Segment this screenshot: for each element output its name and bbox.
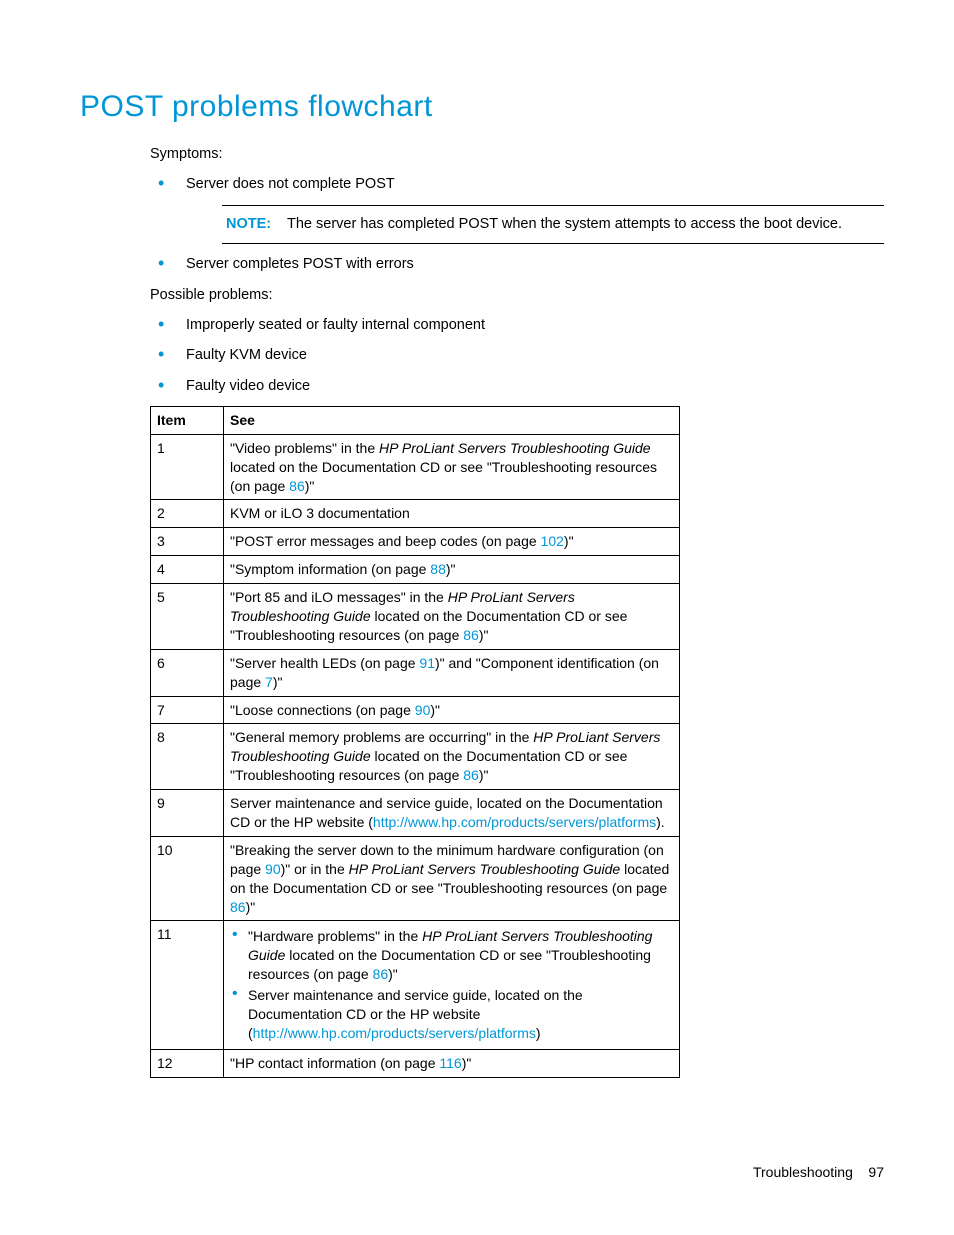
table-row: 8 "General memory problems are occurring… [151,724,680,790]
item-number: 4 [151,556,224,584]
table-row: 10 "Breaking the server down to the mini… [151,836,680,921]
table-row: 7 "Loose connections (on page 90)" [151,696,680,724]
item-number: 3 [151,528,224,556]
possible-problems-label: Possible problems: [150,285,884,305]
note-label: NOTE: [226,216,271,232]
item-number: 9 [151,790,224,837]
footer-page-number: 97 [868,1164,884,1180]
table-row: 12 "HP contact information (on page 116)… [151,1049,680,1077]
item-number: 12 [151,1049,224,1077]
list-item: Server does not complete POST NOTE: The … [150,174,884,244]
page-link[interactable]: 86 [463,627,479,643]
table-row: 3 "POST error messages and beep codes (o… [151,528,680,556]
see-cell: "POST error messages and beep codes (on … [224,528,680,556]
col-header-item: Item [151,406,224,434]
body-content: Symptoms: Server does not complete POST … [150,144,884,1078]
page: POST problems flowchart Symptoms: Server… [0,0,954,1235]
note-block: NOTE: The server has completed POST when… [222,205,884,245]
page-footer: Troubleshooting 97 [753,1164,884,1180]
table-row: 11 "Hardware problems" in the HP ProLian… [151,921,680,1049]
table-header-row: Item See [151,406,680,434]
symptom-text: Server completes POST with errors [186,256,414,272]
page-link[interactable]: 86 [463,767,479,783]
see-cell: KVM or iLO 3 documentation [224,500,680,528]
page-link[interactable]: 86 [230,899,246,915]
col-header-see: See [224,406,680,434]
item-number: 6 [151,649,224,696]
table-row: 1 "Video problems" in the HP ProLiant Se… [151,434,680,500]
table-row: 6 "Server health LEDs (on page 91)" and … [151,649,680,696]
reference-table: Item See 1 "Video problems" in the HP Pr… [150,406,680,1078]
see-cell: "Symptom information (on page 88)" [224,556,680,584]
see-cell: "Server health LEDs (on page 91)" and "C… [224,649,680,696]
url-link[interactable]: http://www.hp.com/products/servers/platf… [253,1025,536,1041]
list-item: "Hardware problems" in the HP ProLiant S… [230,927,673,984]
list-item: Server completes POST with errors [150,254,884,274]
page-link[interactable]: 90 [265,861,281,877]
see-cell: "General memory problems are occurring" … [224,724,680,790]
table-row: 2 KVM or iLO 3 documentation [151,500,680,528]
item-number: 8 [151,724,224,790]
item-number: 1 [151,434,224,500]
see-cell: "Video problems" in the HP ProLiant Serv… [224,434,680,500]
list-item: Improperly seated or faulty internal com… [150,315,884,335]
table-row: 9 Server maintenance and service guide, … [151,790,680,837]
symptoms-list: Server does not complete POST NOTE: The … [150,174,884,274]
item-number: 7 [151,696,224,724]
footer-section: Troubleshooting [753,1164,853,1180]
list-item: Faulty video device [150,376,884,396]
see-cell: "Breaking the server down to the minimum… [224,836,680,921]
list-item: Faulty KVM device [150,345,884,365]
page-link[interactable]: 102 [541,533,564,549]
possible-problems-list: Improperly seated or faulty internal com… [150,315,884,396]
page-link[interactable]: 86 [373,966,389,982]
table-row: 5 "Port 85 and iLO messages" in the HP P… [151,584,680,650]
see-cell: "Port 85 and iLO messages" in the HP Pro… [224,584,680,650]
page-link[interactable]: 88 [430,561,446,577]
page-link[interactable]: 91 [419,655,435,671]
note-text: The server has completed POST when the s… [287,216,842,232]
item-number: 10 [151,836,224,921]
see-cell: Server maintenance and service guide, lo… [224,790,680,837]
list-item: Server maintenance and service guide, lo… [230,986,673,1043]
see-cell: "Hardware problems" in the HP ProLiant S… [224,921,680,1049]
page-link[interactable]: 86 [289,478,305,494]
inner-list: "Hardware problems" in the HP ProLiant S… [230,927,673,1042]
item-number: 11 [151,921,224,1049]
page-link[interactable]: 116 [439,1055,461,1071]
url-link[interactable]: http://www.hp.com/products/servers/platf… [373,814,656,830]
see-cell: "Loose connections (on page 90)" [224,696,680,724]
page-link[interactable]: 90 [415,702,431,718]
symptoms-label: Symptoms: [150,144,884,164]
page-link[interactable]: 7 [265,674,273,690]
item-number: 2 [151,500,224,528]
see-cell: "HP contact information (on page 116)" [224,1049,680,1077]
table-row: 4 "Symptom information (on page 88)" [151,556,680,584]
symptom-text: Server does not complete POST [186,176,395,192]
page-title: POST problems flowchart [80,90,884,124]
item-number: 5 [151,584,224,650]
